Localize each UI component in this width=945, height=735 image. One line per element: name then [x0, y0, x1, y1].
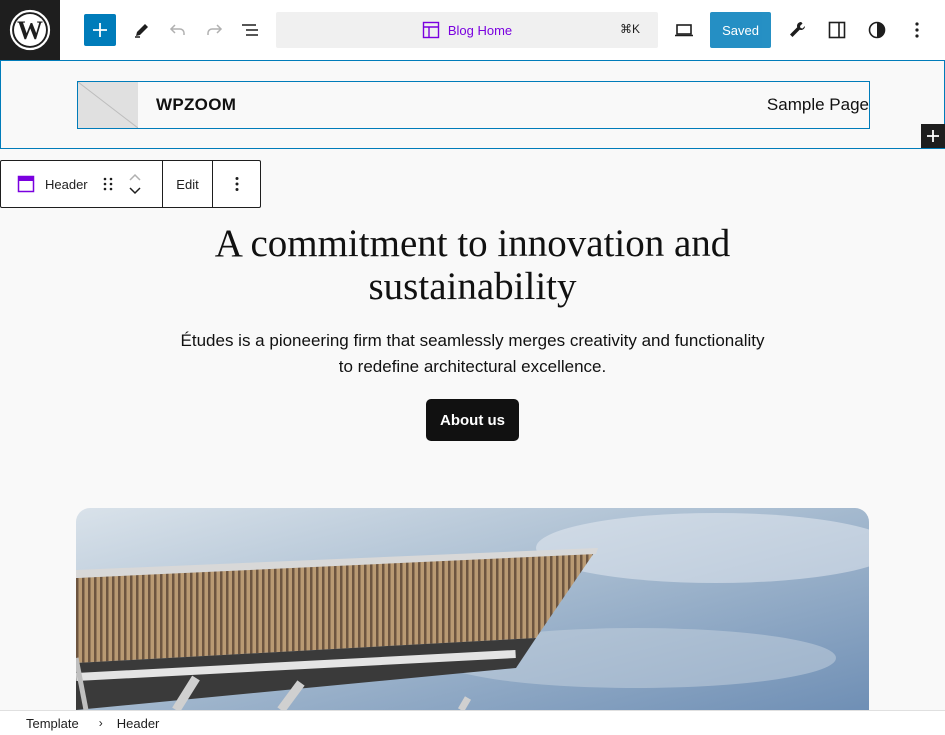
block-breadcrumb: Template › Header	[0, 710, 945, 735]
wordpress-icon: W	[9, 9, 51, 51]
hero-description[interactable]: Études is a pioneering firm that seamles…	[180, 328, 765, 380]
block-name-label: Header	[45, 176, 88, 192]
chevron-right-icon: ›	[98, 716, 103, 730]
redo-icon	[207, 24, 223, 35]
block-inserter-button[interactable]	[84, 14, 116, 46]
tools-settings-button[interactable]	[781, 14, 813, 46]
hero-heading[interactable]: A commitment to innovation and sustainab…	[150, 222, 795, 308]
about-us-button[interactable]: About us	[426, 399, 519, 441]
list-view-icon	[242, 24, 258, 36]
tools-button[interactable]	[126, 14, 158, 46]
block-toolbar: Header Edit	[0, 160, 261, 208]
block-options-button[interactable]	[213, 161, 261, 207]
redo-button[interactable]	[198, 14, 230, 46]
block-switcher[interactable]: Header	[1, 161, 162, 207]
layout-icon	[422, 21, 440, 39]
image-placeholder-icon	[78, 82, 138, 128]
vertical-ellipsis-icon	[915, 22, 919, 38]
nav-item-sample-page[interactable]: Sample Page	[767, 95, 869, 115]
move-down-icon[interactable]	[128, 187, 142, 195]
block-appender-button[interactable]	[921, 124, 945, 148]
template-part-icon	[17, 175, 35, 193]
desktop-icon	[675, 24, 693, 37]
styles-button[interactable]	[861, 14, 893, 46]
header-template-part[interactable]: WPZOOM Sample Page	[0, 60, 945, 149]
edit-template-part-button[interactable]: Edit	[163, 161, 212, 207]
edit-label: Edit	[176, 176, 199, 192]
move-up-icon[interactable]	[128, 173, 142, 181]
site-title[interactable]: WPZOOM	[156, 95, 236, 115]
svg-text:W: W	[17, 16, 43, 45]
vertical-ellipsis-icon	[235, 177, 239, 191]
header-row: WPZOOM Sample Page	[77, 81, 870, 129]
save-button[interactable]: Saved	[710, 12, 771, 48]
wordpress-logo-button[interactable]: W	[0, 0, 60, 60]
document-overview-button[interactable]	[234, 14, 266, 46]
preview-device-button[interactable]	[668, 14, 700, 46]
building-photo	[76, 508, 869, 710]
undo-icon	[169, 24, 185, 35]
contrast-icon	[868, 21, 886, 39]
options-menu-button[interactable]	[901, 14, 933, 46]
command-shortcut-hint: ⌘K	[619, 22, 640, 36]
current-template-title: Blog Home	[447, 22, 513, 38]
plus-icon	[93, 23, 107, 37]
sidebar-icon	[828, 21, 846, 39]
editor-top-toolbar: W Blog Home ⌘K Saved	[0, 0, 945, 60]
command-palette-bar[interactable]: Blog Home ⌘K	[276, 12, 658, 48]
plus-icon	[927, 130, 939, 142]
pencil-icon	[135, 24, 148, 38]
wrench-icon	[790, 21, 806, 37]
drag-handle-icon[interactable]	[102, 176, 114, 192]
hero-building-image[interactable]	[76, 508, 869, 710]
site-logo-placeholder[interactable]	[78, 82, 138, 128]
settings-sidebar-toggle[interactable]	[821, 14, 853, 46]
breadcrumb-item-header[interactable]: Header	[117, 716, 160, 731]
undo-button[interactable]	[162, 14, 194, 46]
breadcrumb-item-template[interactable]: Template	[26, 716, 79, 731]
